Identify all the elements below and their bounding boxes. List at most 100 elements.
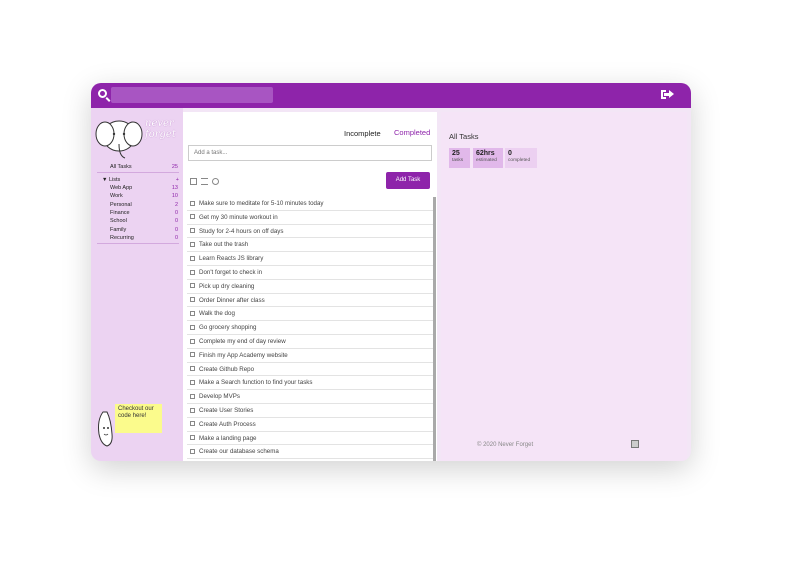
sidebar-item-label: All Tasks	[110, 164, 132, 170]
task-row[interactable]: Go grocery shopping	[187, 321, 434, 335]
task-checkbox[interactable]	[190, 407, 195, 413]
task-row[interactable]: Get my 30 minute workout in	[187, 211, 434, 225]
task-label: Complete my end of day review	[199, 338, 286, 345]
task-label: Go grocery shopping	[199, 324, 257, 332]
task-row[interactable]: Order Dinner after class	[187, 294, 434, 308]
sidebar-list-item[interactable]: Recurring 0	[110, 235, 178, 243]
task-row[interactable]: Pick up dry cleaning	[187, 280, 434, 294]
task-label: Order Dinner after class	[199, 296, 265, 304]
task-checkbox[interactable]	[190, 255, 195, 261]
sidebar-list-item[interactable]: Personal 2	[110, 202, 178, 210]
task-checkbox[interactable]	[190, 200, 195, 206]
task-checkbox[interactable]	[190, 324, 195, 330]
task-checkbox[interactable]	[190, 241, 195, 247]
task-checkbox[interactable]	[190, 366, 195, 372]
task-checkbox[interactable]	[190, 338, 195, 344]
sidebar-item-all-tasks[interactable]: All Tasks 25	[110, 164, 178, 172]
sidebar-item-count: 25	[171, 164, 178, 170]
task-label: Create User Stories	[199, 407, 254, 414]
list-icon[interactable]	[201, 178, 208, 185]
task-row[interactable]: Study for 2-4 hours on off days	[187, 225, 434, 239]
stat-box: 25 tasks	[449, 148, 470, 168]
task-row[interactable]: Complete my end of day review	[187, 335, 434, 349]
task-panel: Incomplete Completed Add a task... Add T…	[183, 112, 437, 461]
add-list-button[interactable]: +	[171, 177, 179, 185]
task-label: Make sure to meditate for 5-10 minutes t…	[199, 200, 324, 207]
sidebar-item-count: 0	[174, 209, 178, 216]
tab-completed[interactable]: Completed	[394, 128, 430, 137]
sidebar-list-item[interactable]: Web App 13	[110, 185, 178, 193]
task-checkbox[interactable]	[190, 228, 195, 234]
task-checkbox[interactable]	[190, 421, 195, 427]
task-checkbox[interactable]	[190, 310, 195, 316]
sidebar-list-item[interactable]: School 0	[110, 218, 178, 226]
sidebar-item-count: 2	[174, 201, 178, 208]
task-row[interactable]: Learn Reacts JS library	[187, 252, 434, 266]
scrollbar[interactable]	[433, 197, 436, 461]
sidebar-list-item[interactable]: Work 10	[110, 193, 178, 201]
sidebar-item-label: Family	[110, 226, 127, 233]
details-panel: All Tasks 25 tasks 62hrs estimated 0 complete…	[441, 112, 687, 461]
task-label: Create Github Repo	[199, 365, 255, 373]
task-checkbox[interactable]	[190, 352, 195, 358]
task-label: Develop MVPs	[199, 393, 240, 401]
task-label: Make a landing page	[199, 434, 257, 442]
sidebar-item-label: Work	[110, 193, 123, 200]
task-row[interactable]: Walk the dog	[187, 307, 434, 322]
sidebar-item-label: Recurring	[110, 234, 134, 241]
add-task-button[interactable]: Add Task	[386, 172, 430, 189]
code-link-note[interactable]: Checkout our code here!	[115, 404, 162, 433]
sidebar: never forget All Tasks 25 ▼ Lists + Web …	[91, 108, 183, 461]
divider	[97, 172, 179, 173]
task-row[interactable]: Make a Search function to find your task…	[187, 376, 434, 391]
task-checkbox[interactable]	[190, 393, 195, 399]
task-row[interactable]: Develop MVPs	[187, 390, 434, 404]
task-label: Make a Search function to find your task…	[199, 379, 313, 387]
sidebar-item-label: Web App	[110, 185, 133, 191]
task-row[interactable]: Take out the trash	[187, 238, 434, 253]
sidebar-item-label: Finance	[110, 209, 130, 216]
task-row[interactable]: Create User Stories	[187, 404, 434, 418]
task-checkbox[interactable]	[190, 435, 195, 441]
task-label: Walk the dog	[199, 310, 235, 318]
logout-icon[interactable]	[661, 90, 674, 101]
task-row[interactable]: Make sure to meditate for 5-10 minutes t…	[187, 197, 434, 211]
task-label: Finish my App Academy website	[199, 351, 288, 359]
calendar-icon[interactable]	[190, 178, 197, 185]
task-row[interactable]: Finish my App Academy website	[187, 349, 434, 363]
github-icon[interactable]	[631, 440, 639, 448]
task-label: Get my 30 minute workout in	[199, 213, 278, 221]
task-row[interactable]: Create Auth Process	[187, 418, 434, 432]
task-checkbox[interactable]	[190, 269, 195, 275]
footer-copyright: © 2020 Never Forget	[477, 442, 534, 448]
sidebar-item-count: 13	[171, 185, 178, 191]
search-icon[interactable]	[98, 89, 107, 98]
sidebar-item-label: Personal	[110, 201, 132, 208]
sidebar-item-count: 0	[174, 226, 178, 233]
tab-incomplete[interactable]: Incomplete	[344, 129, 381, 138]
sidebar-item-count: 0	[174, 218, 178, 225]
logo-text: never forget	[145, 118, 176, 140]
clock-icon[interactable]	[212, 178, 219, 185]
search-input[interactable]	[111, 87, 273, 103]
task-label: Create our database schema	[199, 448, 279, 456]
lists-heading[interactable]: ▼ Lists	[102, 177, 120, 183]
sidebar-item-count: 0	[174, 234, 178, 241]
add-task-input[interactable]: Add a task...	[188, 145, 432, 161]
task-row[interactable]: Create Github Repo	[187, 363, 434, 377]
task-row[interactable]: Make a landing page	[187, 432, 434, 446]
task-checkbox[interactable]	[190, 379, 195, 385]
task-checkbox[interactable]	[190, 214, 195, 220]
task-label: Take out the trash	[199, 241, 249, 249]
task-row[interactable]: Don't forget to check in	[187, 266, 434, 280]
task-checkbox[interactable]	[190, 448, 195, 454]
stat-box: 0 completed	[505, 148, 537, 168]
stat-label: completed	[508, 158, 531, 163]
sidebar-list-item[interactable]: Family 0	[110, 227, 178, 235]
task-row[interactable]: Create our database schema	[187, 445, 434, 460]
task-checkbox[interactable]	[190, 283, 195, 289]
sidebar-list-item[interactable]: Finance 0	[110, 210, 178, 218]
divider	[97, 243, 179, 244]
app-window: never forget All Tasks 25 ▼ Lists + Web …	[91, 83, 691, 461]
task-checkbox[interactable]	[190, 297, 195, 303]
